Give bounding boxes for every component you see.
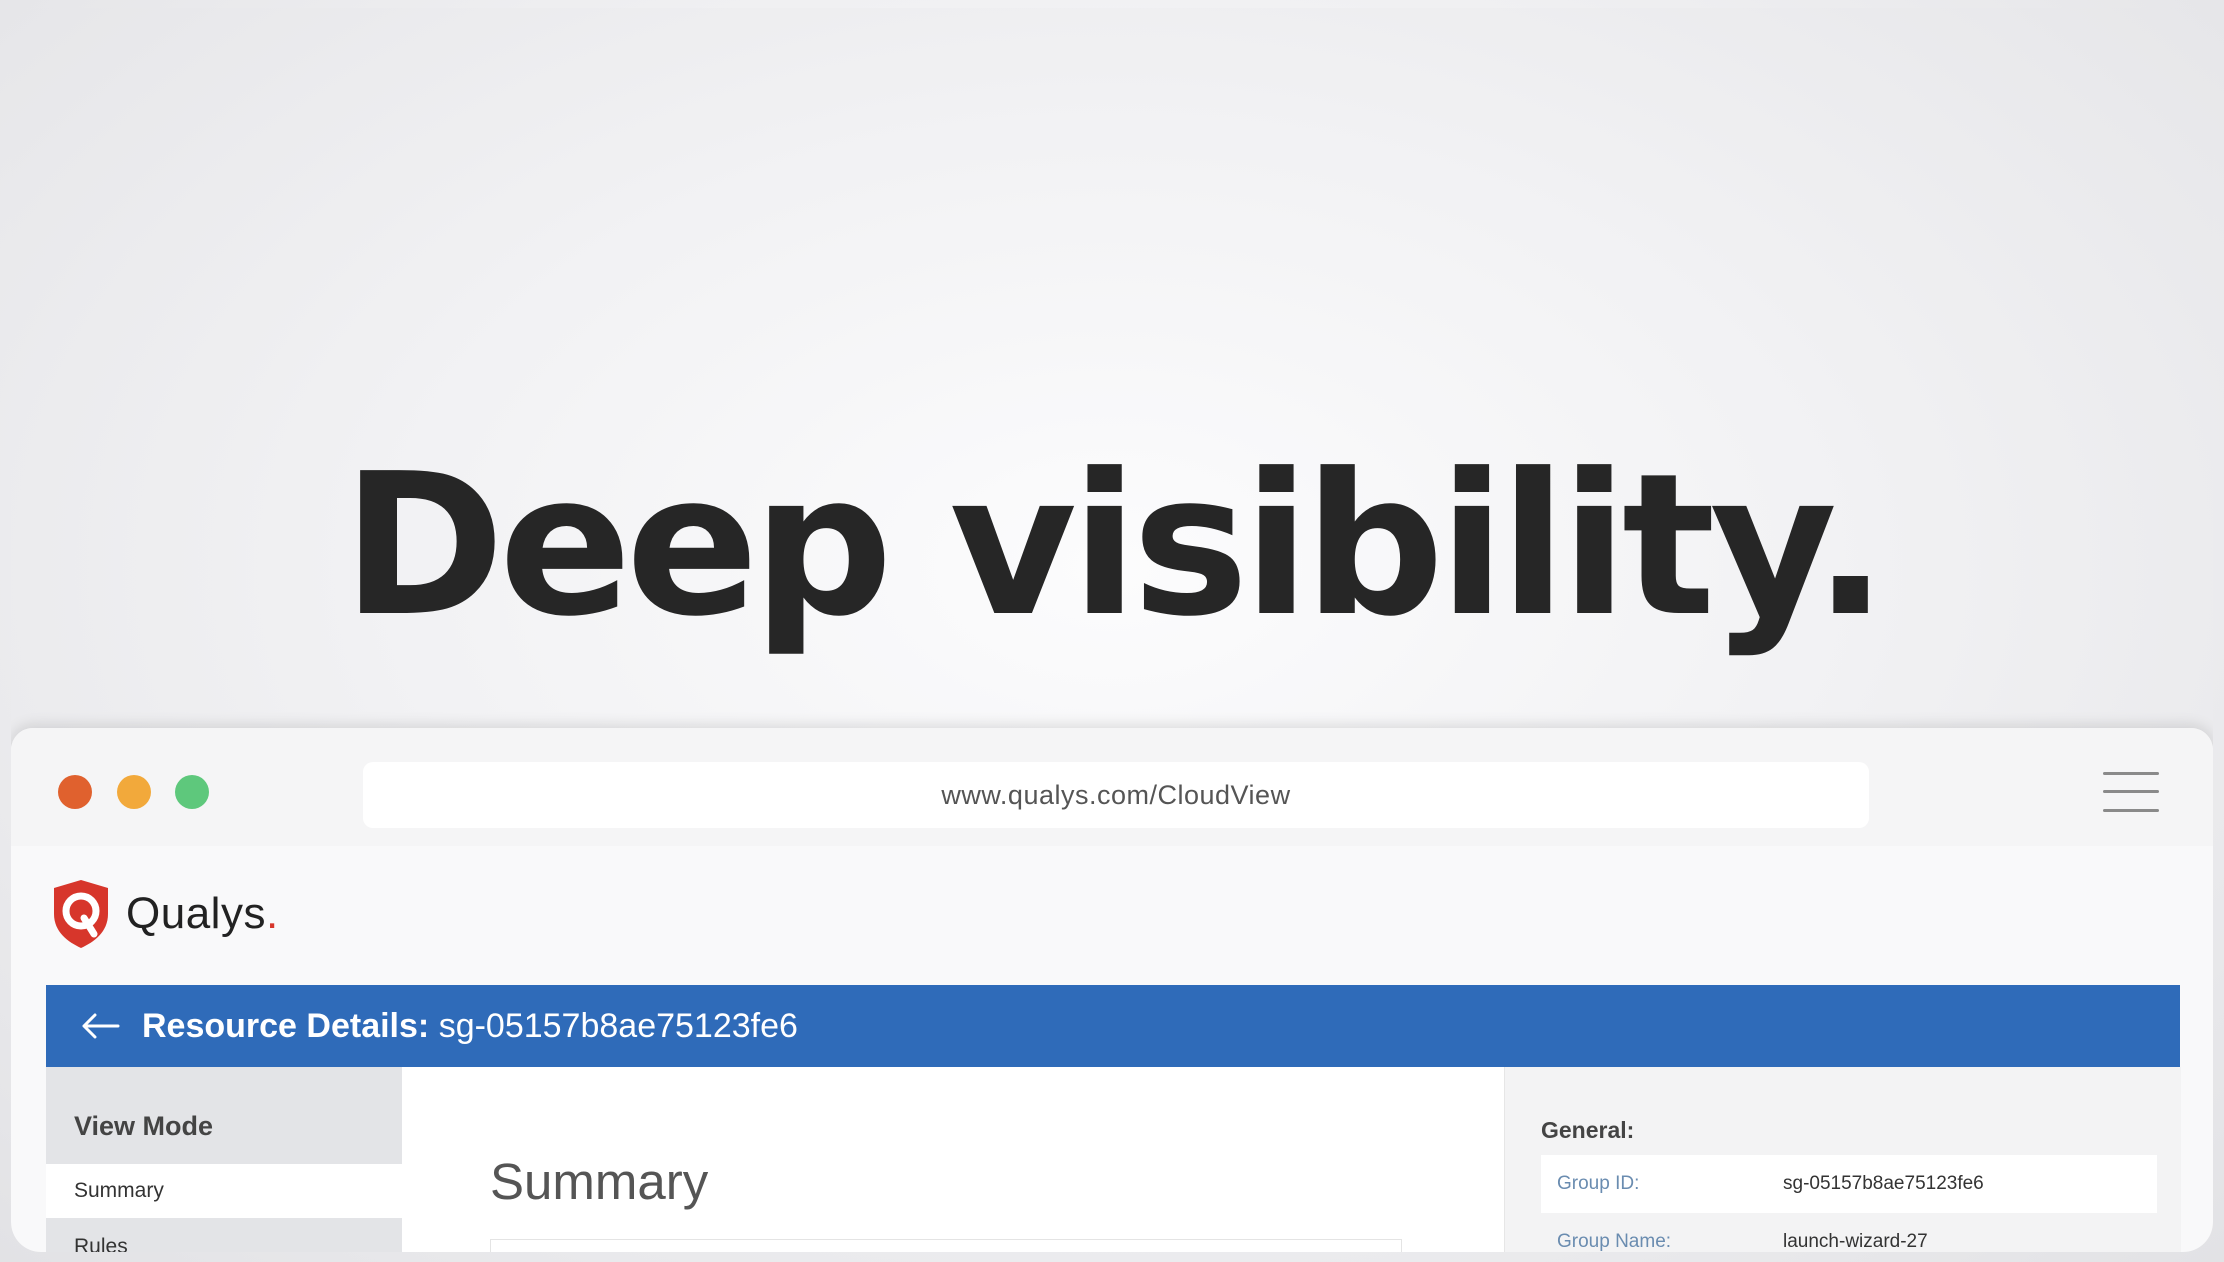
sidebar-item-summary[interactable]: Summary <box>46 1164 402 1218</box>
window-close-button[interactable] <box>58 775 92 809</box>
summary-content-box <box>490 1239 1402 1252</box>
address-bar[interactable]: www.qualys.com/CloudView <box>363 762 1869 828</box>
group-id-value: sg-05157b8ae75123fe6 <box>1783 1173 1984 1194</box>
hamburger-menu-icon[interactable] <box>2103 769 2159 815</box>
general-details-panel: General: Group ID: sg-05157b8ae75123fe6 … <box>1504 1067 2181 1252</box>
sidebar-item-rules[interactable]: Rules <box>46 1220 402 1252</box>
browser-window: www.qualys.com/CloudView Qualys. Resourc… <box>11 728 2213 1252</box>
view-mode-heading: View Mode <box>74 1111 214 1141</box>
page-title: Resource Details: sg-05157b8ae75123fe6 <box>142 1006 798 1045</box>
window-maximize-button[interactable] <box>175 775 209 809</box>
group-name-label: Group Name: <box>1557 1231 1672 1252</box>
promo-stage: Deep visibility. www.qualys.com/CloudVie… <box>11 8 2213 1252</box>
summary-heading: Summary <box>490 1153 709 1210</box>
group-id-label: Group ID: <box>1557 1173 1640 1194</box>
browser-toolbar: www.qualys.com/CloudView <box>11 728 2213 846</box>
detail-row-group-id: Group ID: sg-05157b8ae75123fe6 <box>1541 1155 2157 1213</box>
detail-row-group-name: Group Name: launch-wizard-27 <box>1541 1213 2157 1252</box>
summary-panel: Summary <box>402 1067 1504 1252</box>
group-name-value: launch-wizard-27 <box>1783 1231 1928 1252</box>
back-arrow-icon[interactable] <box>80 1012 120 1040</box>
address-bar-url: www.qualys.com/CloudView <box>941 779 1291 810</box>
view-mode-sidebar: View Mode Summary Rules <box>46 1067 402 1252</box>
qualys-shield-icon <box>54 880 108 948</box>
general-section-heading: General: <box>1541 1117 1635 1143</box>
hero-headline: Deep visibility. <box>342 432 1888 660</box>
qualys-logo: Qualys. <box>50 878 279 950</box>
resource-details-header: Resource Details: sg-05157b8ae75123fe6 <box>46 985 2180 1067</box>
logo-wordmark: Qualys. <box>126 889 279 938</box>
window-minimize-button[interactable] <box>117 775 151 809</box>
